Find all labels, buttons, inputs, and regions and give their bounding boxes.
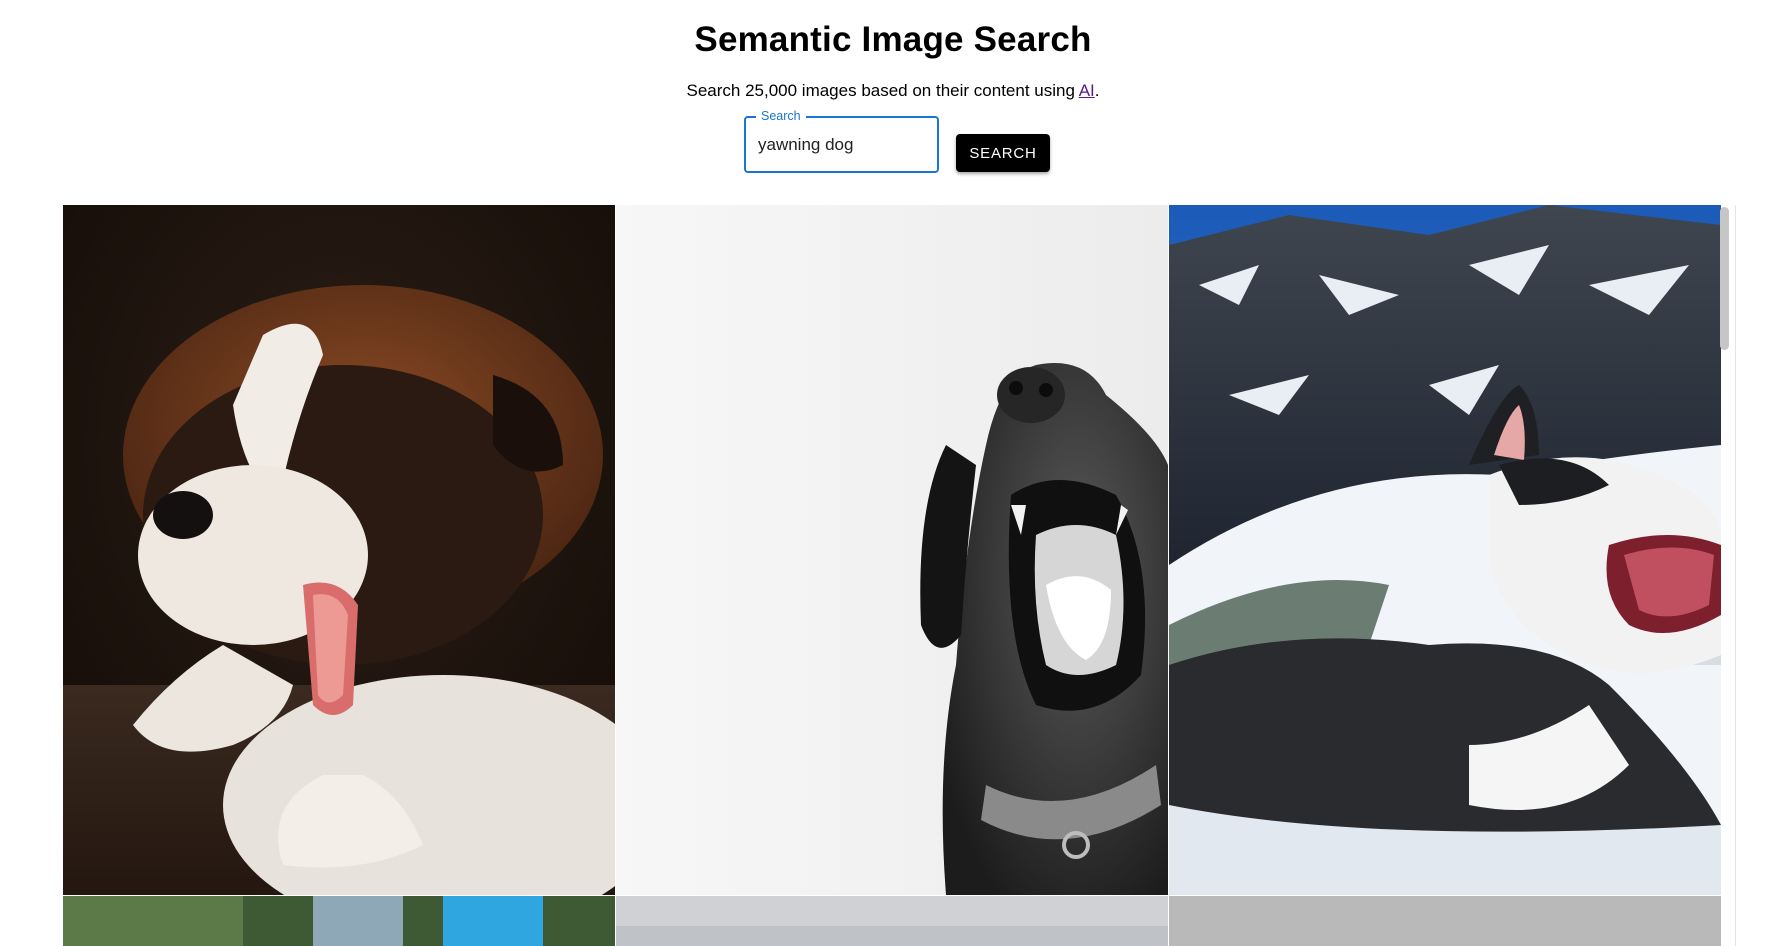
subtitle-period: . <box>1094 81 1100 100</box>
result-image-4[interactable] <box>63 896 615 946</box>
ai-link[interactable]: AI <box>1079 81 1095 100</box>
image-content <box>1169 205 1721 895</box>
scrollbar-thumb[interactable] <box>1720 207 1729 350</box>
image-content <box>63 896 615 946</box>
page-subtitle: Search 25,000 images based on their cont… <box>0 81 1786 101</box>
image-content <box>63 205 615 895</box>
result-image-bw-dog-yawning[interactable] <box>616 205 1168 895</box>
image-content <box>616 205 1168 895</box>
search-label: Search <box>756 108 806 124</box>
result-image-6[interactable] <box>1169 896 1721 946</box>
image-grid <box>63 205 1736 946</box>
search-field[interactable]: Search <box>744 108 939 173</box>
search-input[interactable] <box>758 132 928 158</box>
image-content <box>1169 896 1721 946</box>
result-image-5[interactable] <box>616 896 1168 946</box>
subtitle-text: Search 25,000 images based on their cont… <box>686 81 1079 100</box>
result-image-puppy-yawning[interactable] <box>63 205 615 895</box>
result-image-husky-yawning[interactable] <box>1169 205 1721 895</box>
image-content <box>616 896 1168 946</box>
page-title: Semantic Image Search <box>694 20 1092 59</box>
search-button[interactable]: SEARCH <box>956 134 1050 172</box>
